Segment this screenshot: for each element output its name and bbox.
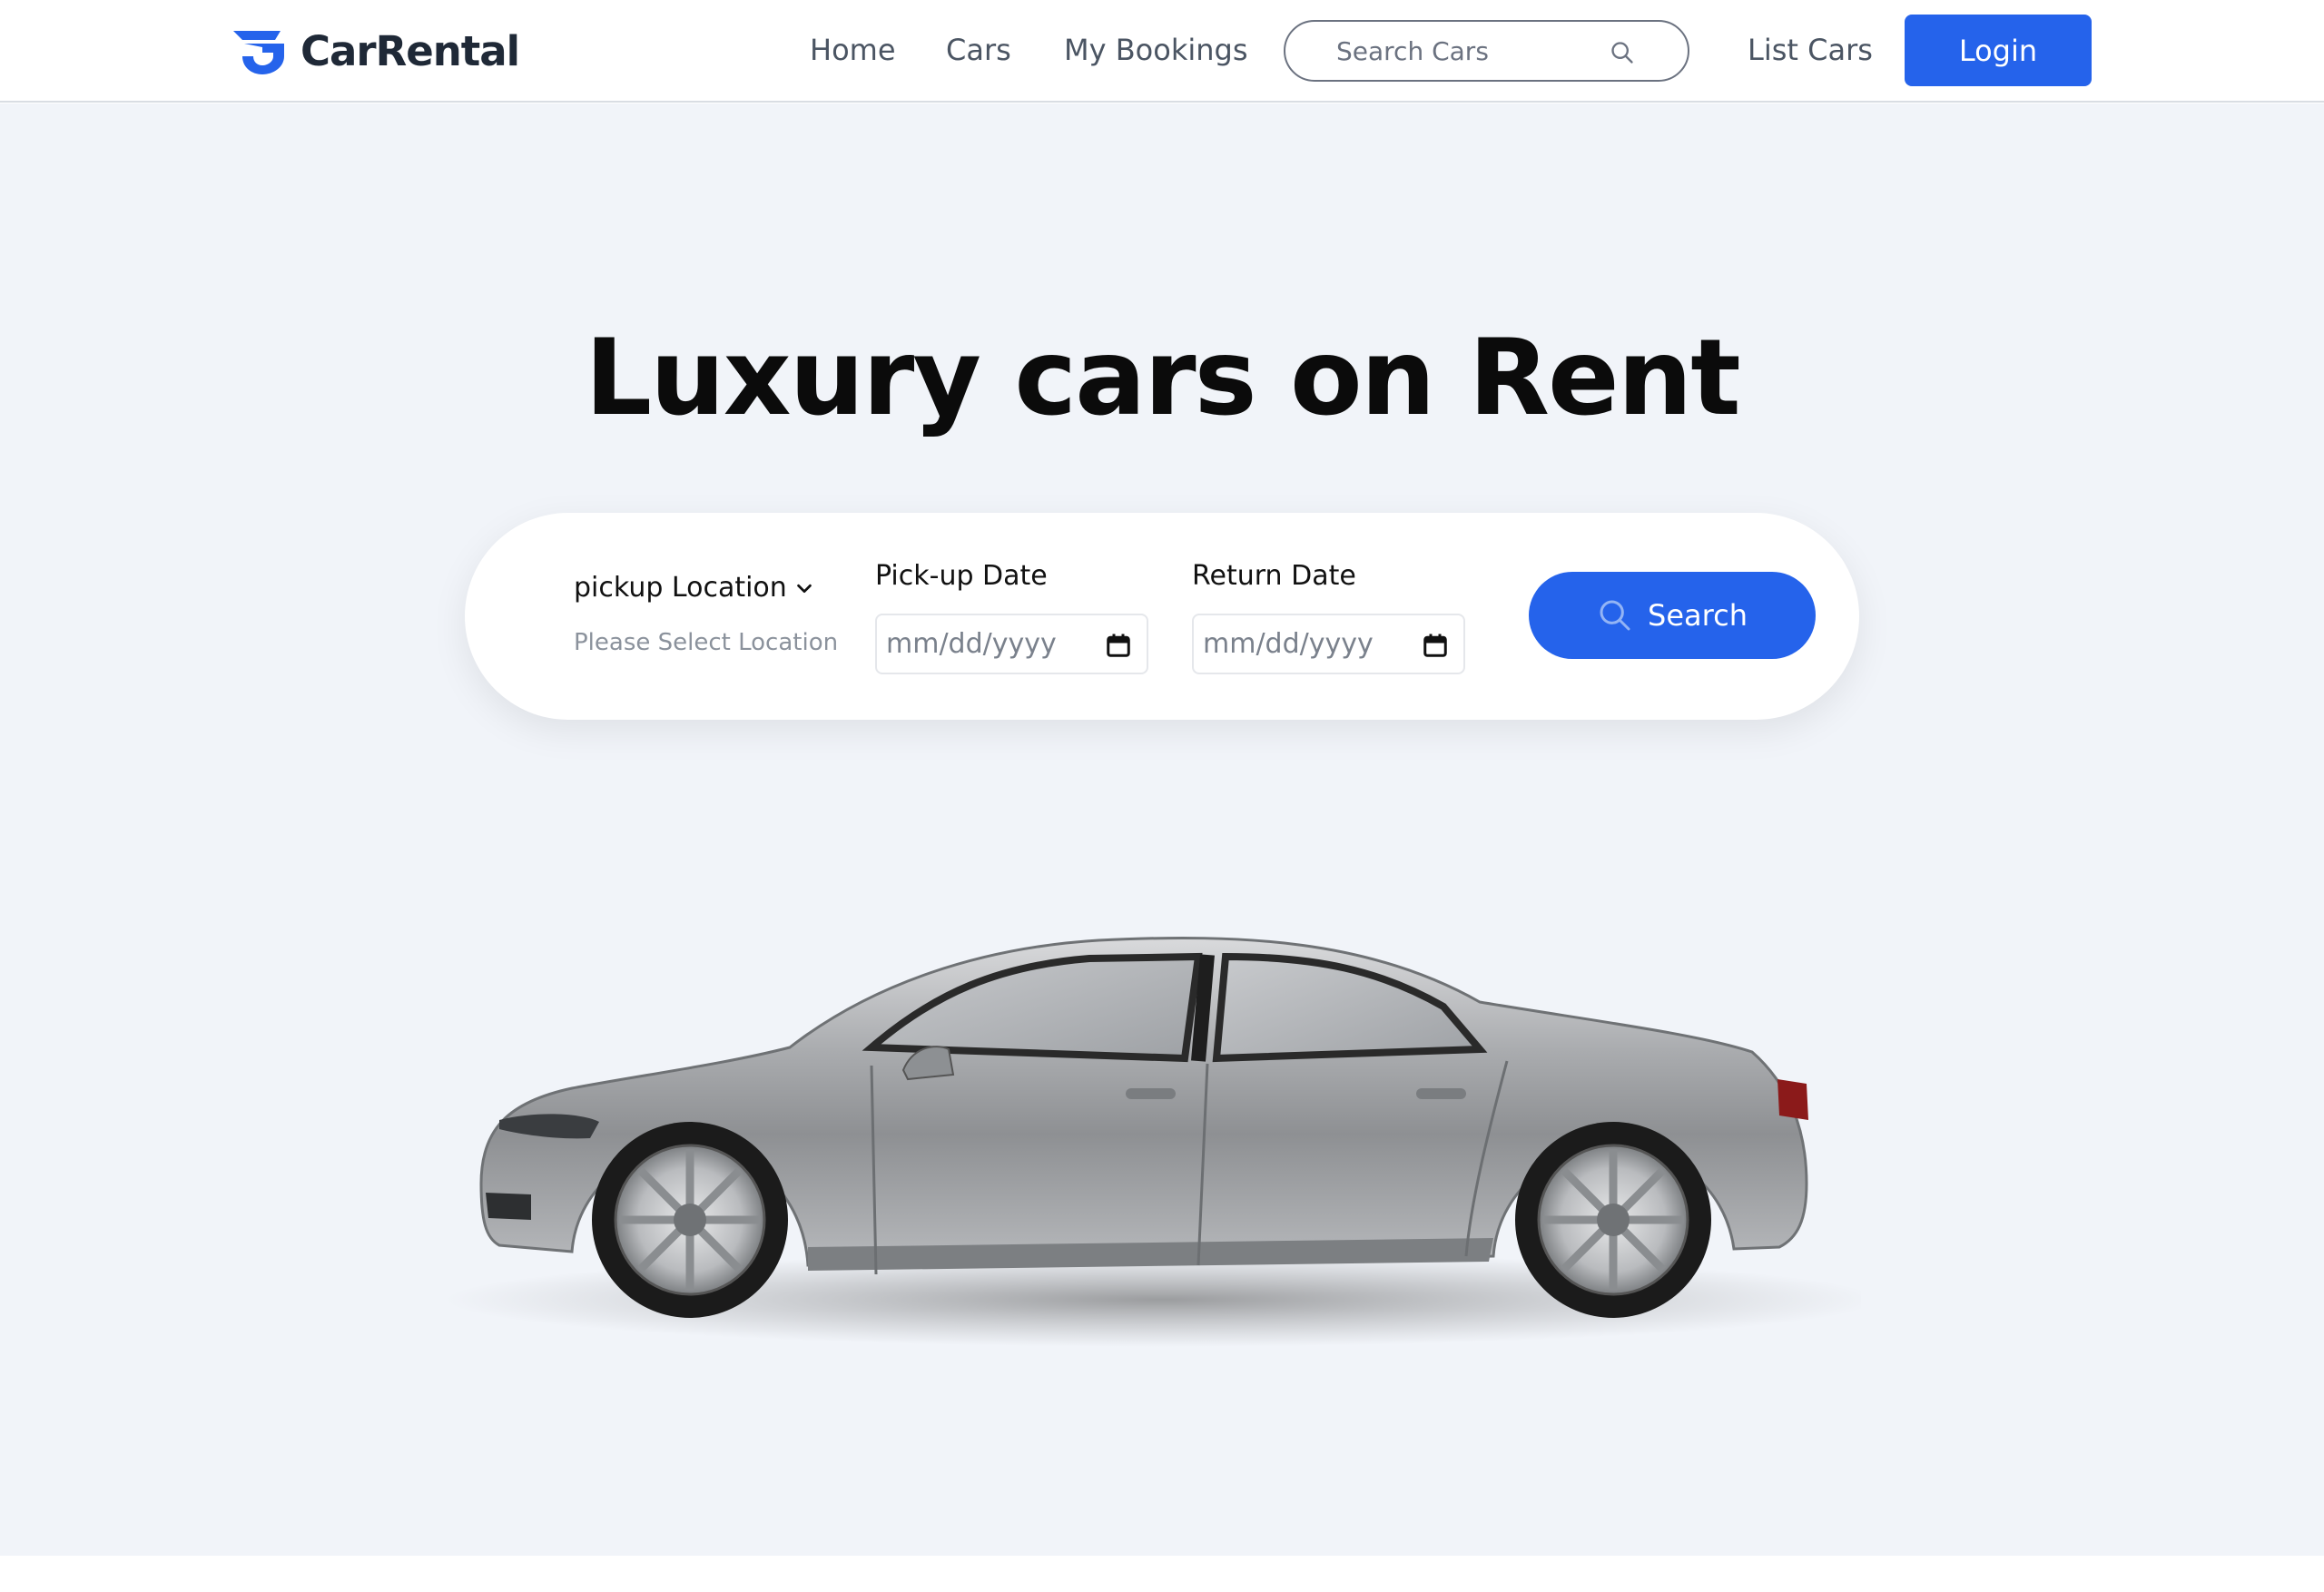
- nav-home-link[interactable]: Home: [810, 33, 896, 67]
- login-button[interactable]: Login: [1905, 15, 2092, 86]
- return-date-input[interactable]: [1203, 628, 1403, 660]
- hero-section: Luxury cars on Rent pickup Location Plea…: [0, 103, 2324, 1556]
- chevron-down-icon: [797, 584, 812, 593]
- search-icon[interactable]: [1610, 40, 1635, 65]
- calendar-icon[interactable]: [1105, 632, 1132, 659]
- brand-logo[interactable]: CarRental: [231, 25, 520, 76]
- search-button-label: Search: [1648, 598, 1748, 633]
- calendar-icon[interactable]: [1422, 632, 1449, 659]
- navbar: CarRental Home Cars My Bookings List Car…: [0, 0, 2324, 103]
- return-date-label: Return Date: [1192, 560, 1356, 592]
- nav-search-box[interactable]: [1284, 20, 1689, 82]
- pickup-location-label: pickup Location: [574, 572, 787, 604]
- nav-my-bookings-link[interactable]: My Bookings: [1064, 33, 1248, 67]
- footer-strip: [0, 1556, 2324, 1592]
- logo-icon: [233, 31, 284, 74]
- nav-cars-link[interactable]: Cars: [946, 33, 1011, 67]
- booking-search-card: pickup Location Please Select Location P…: [465, 513, 1859, 720]
- nav-list-cars-link[interactable]: List Cars: [1748, 33, 1873, 67]
- pickup-location-dropdown[interactable]: pickup Location: [574, 572, 814, 604]
- brand-name: CarRental: [300, 26, 520, 75]
- car-image: [445, 936, 1861, 1347]
- return-date-field[interactable]: [1192, 614, 1465, 674]
- pickup-date-label: Pick-up Date: [875, 560, 1048, 592]
- pickup-date-field[interactable]: [875, 614, 1148, 674]
- search-icon: [1600, 600, 1630, 631]
- nav-search-input[interactable]: [1336, 35, 1609, 66]
- search-button[interactable]: Search: [1529, 572, 1816, 659]
- pickup-location-placeholder: Please Select Location: [574, 629, 839, 656]
- hero-title: Luxury cars on Rent: [585, 317, 1740, 439]
- pickup-date-input[interactable]: [886, 628, 1086, 660]
